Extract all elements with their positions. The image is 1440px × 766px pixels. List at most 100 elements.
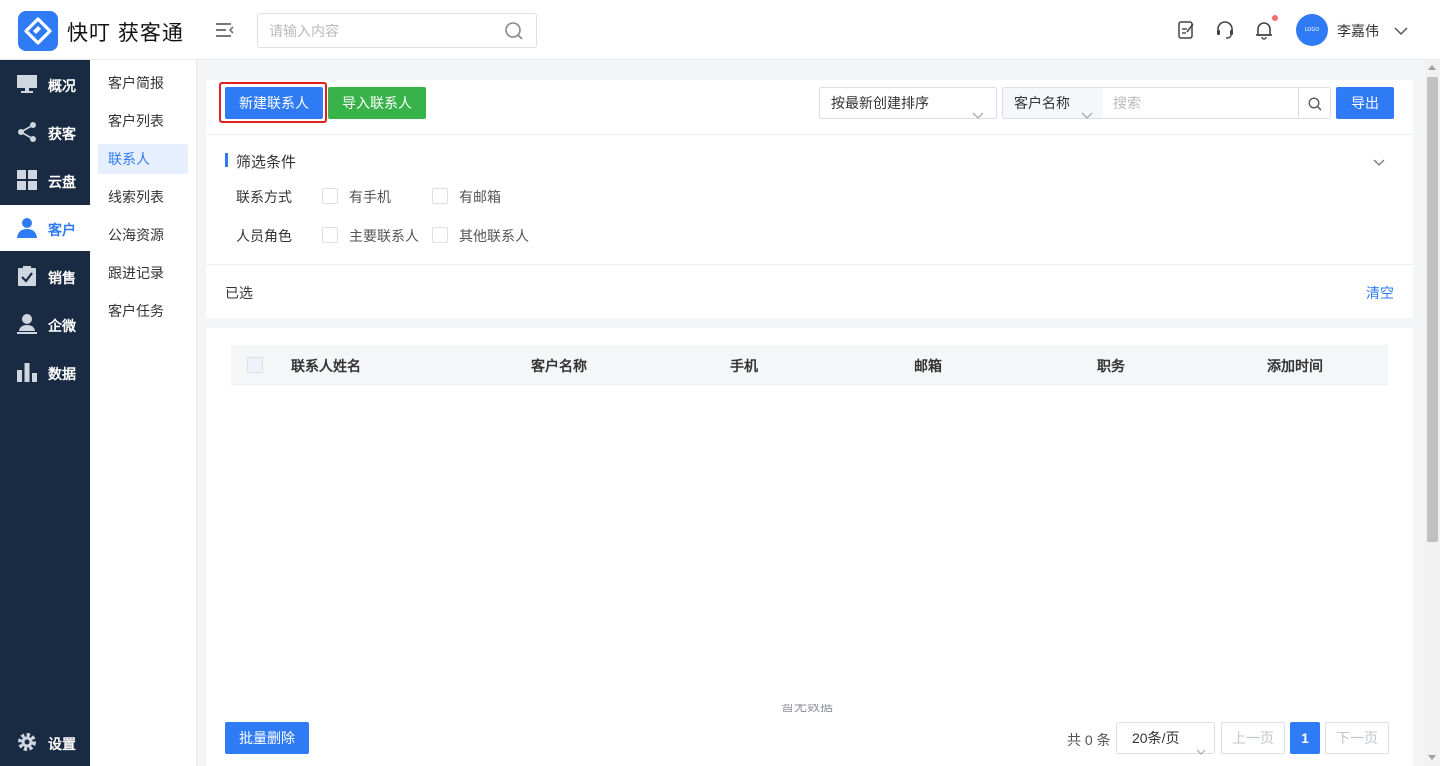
user-icon — [16, 217, 38, 239]
sidebar-item-label: 企微 — [48, 318, 76, 334]
checkbox-has-email[interactable] — [432, 188, 448, 204]
sidebar-item-data[interactable]: 数据 — [0, 349, 90, 395]
page-size-value: 20条/页 — [1132, 730, 1180, 746]
sidebar-item-acquire[interactable]: 获客 — [0, 109, 90, 155]
app-brand-name: 快叮 获客通 — [67, 22, 184, 45]
new-contact-button[interactable]: 新建联系人 — [225, 87, 323, 119]
user-avatar[interactable]: LOGO — [1296, 14, 1328, 46]
sidebar-item-label: 获客 — [48, 126, 76, 142]
divider — [206, 264, 1413, 265]
submenu-item-public-pool[interactable]: 公海资源 — [98, 220, 188, 250]
customer-submenu: 客户简报 客户列表 联系人 线索列表 公海资源 跟进记录 客户任务 — [90, 60, 197, 766]
page-scrollbar[interactable] — [1425, 60, 1440, 766]
checkbox-label-other-contact[interactable]: 其他联系人 — [459, 226, 529, 246]
export-button[interactable]: 导出 — [1336, 87, 1394, 119]
checkbox-primary-contact[interactable] — [322, 227, 338, 243]
global-search — [257, 13, 537, 48]
search-icon — [1308, 97, 1322, 111]
filter-label-contact-method: 联系方式 — [236, 189, 292, 205]
sidebar-item-label: 数据 — [48, 366, 76, 382]
top-header: 快叮 获客通 LOGO 李嘉伟 — [0, 0, 1440, 60]
sidebar-item-sales[interactable]: 销售 — [0, 253, 90, 299]
sort-select-value: 按最新创建排序 — [831, 95, 929, 111]
submenu-item-tasks[interactable]: 客户任务 — [98, 296, 188, 326]
search-field-select[interactable]: 客户名称 — [1002, 87, 1104, 119]
import-contact-button[interactable]: 导入联系人 — [328, 87, 426, 119]
prev-page-button[interactable]: 上一页 — [1221, 722, 1285, 754]
share-icon — [16, 121, 38, 143]
checkbox-label-has-phone[interactable]: 有手机 — [349, 187, 391, 207]
submenu-item-followups[interactable]: 跟进记录 — [98, 258, 188, 288]
checkbox-other-contact[interactable] — [432, 227, 448, 243]
main-content: 新建联系人 导入联系人 按最新创建排序 客户名称 导出 筛选条件 联系方式 有手… — [197, 60, 1425, 766]
submenu-item-contacts[interactable]: 联系人 — [98, 144, 188, 174]
select-all-checkbox[interactable] — [247, 357, 263, 373]
page-size-select[interactable]: 20条/页 — [1116, 722, 1215, 755]
sidebar-item-label: 云盘 — [48, 174, 76, 190]
grid-icon — [16, 169, 38, 191]
gear-icon — [16, 731, 38, 753]
submenu-item-customer-list[interactable]: 客户列表 — [98, 106, 188, 136]
bar-chart-icon — [16, 361, 38, 383]
sort-select[interactable]: 按最新创建排序 — [819, 87, 997, 119]
notification-dot — [1272, 15, 1278, 21]
search-icon[interactable] — [504, 21, 524, 44]
chevron-down-icon — [972, 100, 984, 130]
checkbox-label-primary-contact[interactable]: 主要联系人 — [349, 226, 419, 246]
column-header-phone[interactable]: 手机 — [730, 356, 758, 376]
sidebar-item-label: 销售 — [48, 270, 76, 286]
column-header-position[interactable]: 职务 — [1097, 356, 1125, 376]
main-sidebar: 概况 获客 云盘 客户 销售 企微 数据 设置 — [0, 60, 90, 766]
app-logo[interactable] — [18, 11, 58, 51]
selected-label: 已选 — [225, 285, 253, 301]
menu-collapse-icon[interactable] — [214, 20, 236, 40]
keyword-search-button[interactable] — [1298, 87, 1331, 119]
sidebar-item-cloud-disk[interactable]: 云盘 — [0, 157, 90, 203]
filter-title: 筛选条件 — [236, 154, 297, 171]
checkbox-label-has-email[interactable]: 有邮箱 — [459, 187, 501, 207]
divider — [206, 134, 1413, 135]
chevron-down-icon — [1196, 736, 1206, 766]
sidebar-item-label: 概况 — [48, 78, 76, 94]
scroll-up-arrow[interactable] — [1428, 65, 1436, 70]
submenu-item-leads[interactable]: 线索列表 — [98, 182, 188, 212]
chevron-down-icon — [1081, 100, 1093, 130]
global-search-input[interactable] — [258, 14, 488, 47]
sidebar-item-customer[interactable]: 客户 — [0, 205, 90, 251]
section-accent-bar — [225, 153, 228, 167]
sidebar-item-label: 设置 — [48, 736, 76, 752]
sidebar-item-label: 客户 — [48, 222, 76, 238]
submenu-item-brief[interactable]: 客户简报 — [98, 68, 188, 98]
headset-icon[interactable] — [1214, 19, 1236, 41]
scroll-down-arrow[interactable] — [1428, 755, 1436, 760]
logo-icon — [24, 17, 52, 45]
scroll-thumb[interactable] — [1427, 77, 1438, 542]
next-page-button[interactable]: 下一页 — [1325, 722, 1389, 754]
chevron-down-icon[interactable] — [1373, 154, 1385, 170]
monitor-icon — [16, 73, 38, 95]
bell-icon[interactable] — [1253, 19, 1275, 41]
sidebar-item-settings[interactable]: 设置 — [0, 719, 90, 765]
column-header-added-time[interactable]: 添加时间 — [1267, 356, 1323, 376]
chevron-down-icon[interactable] — [1394, 23, 1408, 39]
username[interactable]: 李嘉伟 — [1337, 21, 1379, 41]
clear-filters-link[interactable]: 清空 — [1366, 283, 1394, 303]
column-header-contact-name[interactable]: 联系人姓名 — [291, 356, 361, 376]
batch-delete-button[interactable]: 批量删除 — [225, 722, 309, 754]
checkbox-has-phone[interactable] — [322, 188, 338, 204]
keyword-search-input[interactable] — [1103, 87, 1299, 119]
column-header-customer-name[interactable]: 客户名称 — [531, 356, 587, 376]
clipboard-check-icon — [16, 265, 38, 287]
person-icon — [16, 313, 38, 335]
table-empty-text: 暂无数据 — [781, 704, 834, 712]
filter-panel: 新建联系人 导入联系人 按最新创建排序 客户名称 导出 筛选条件 联系方式 有手… — [206, 80, 1413, 318]
column-header-email[interactable]: 邮箱 — [914, 356, 942, 376]
page-number-1[interactable]: 1 — [1290, 722, 1320, 754]
table-panel: 联系人姓名 客户名称 手机 邮箱 职务 添加时间 暂无数据 批量删除 共 0 条… — [206, 328, 1413, 766]
table-header: 联系人姓名 客户名称 手机 邮箱 职务 添加时间 — [231, 345, 1388, 385]
sidebar-item-wecom[interactable]: 企微 — [0, 301, 90, 347]
pagination-total: 共 0 条 — [1067, 732, 1111, 748]
edit-note-icon[interactable] — [1175, 19, 1197, 41]
sidebar-item-overview[interactable]: 概况 — [0, 61, 90, 107]
search-field-value: 客户名称 — [1014, 95, 1070, 111]
